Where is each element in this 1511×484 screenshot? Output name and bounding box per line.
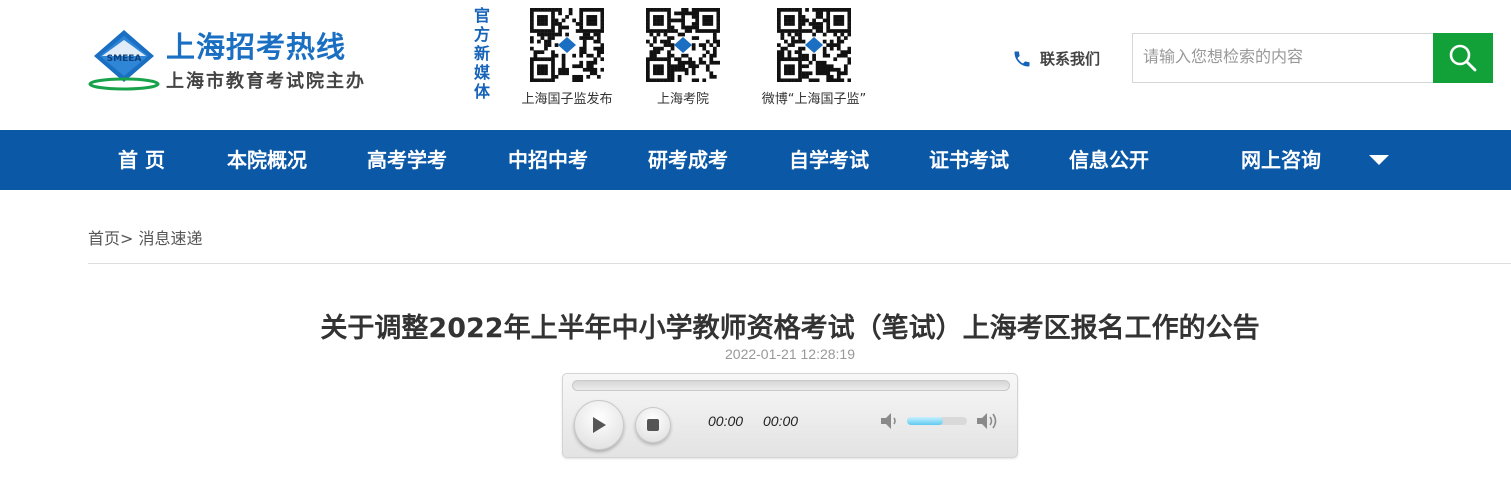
stop-button[interactable] — [635, 407, 671, 443]
nav-item-about[interactable]: 本院概况 — [227, 130, 307, 190]
audio-progress-bar[interactable] — [572, 380, 1010, 391]
search-button[interactable] — [1433, 33, 1493, 83]
breadcrumb-divider — [88, 263, 1511, 264]
qr-code-weibo[interactable]: 微博“上海国子监” — [734, 8, 894, 107]
logo-subtitle: 上海市教育考试院主办 — [166, 71, 366, 92]
mute-icon[interactable] — [879, 410, 901, 432]
qr-code-icon — [646, 8, 720, 82]
play-button[interactable] — [574, 400, 624, 450]
nav-item-zixue[interactable]: 自学考试 — [789, 130, 869, 190]
nav-item-gaokao[interactable]: 高考学考 — [367, 130, 447, 190]
site-header: SMEEA 上海招考热线 上海市教育考试院主办 官方新媒体 上海国子监发布 上海… — [0, 0, 1511, 130]
breadcrumb-current[interactable]: 消息速递 — [139, 229, 203, 248]
nav-item-zhongkao[interactable]: 中招中考 — [508, 130, 588, 190]
nav-item-xinxi[interactable]: 信息公开 — [1069, 130, 1149, 190]
main-nav: 首 页 本院概况 高考学考 中招中考 研考成考 自学考试 证书考试 信息公开 网… — [0, 130, 1511, 190]
stop-icon — [647, 419, 659, 431]
nav-item-yankao[interactable]: 研考成考 — [648, 130, 728, 190]
breadcrumb-separator: > — [120, 229, 134, 248]
article-title: 关于调整2022年上半年中小学教师资格考试（笔试）上海考区报名工作的公告 — [320, 313, 1260, 344]
qr-code-icon — [530, 8, 604, 82]
play-icon — [593, 417, 606, 433]
search-box — [1132, 33, 1493, 83]
contact-us-label: 联系我们 — [1040, 50, 1101, 68]
caret-down-icon[interactable] — [1369, 155, 1389, 165]
logo-title: 上海招考热线 — [166, 30, 347, 64]
nav-item-zixun[interactable]: 网上咨询 — [1241, 130, 1321, 190]
site-logo[interactable]: SMEEA 上海招考热线 上海市教育考试院主办 — [88, 22, 368, 96]
duration-time: 00:00 — [763, 413, 799, 429]
qr-caption: 微博“上海国子监” — [761, 92, 867, 107]
search-icon — [1449, 44, 1477, 72]
current-time: 00:00 — [708, 413, 744, 429]
volume-slider[interactable] — [907, 417, 967, 425]
breadcrumb: 首页> 消息速递 — [88, 225, 203, 249]
search-input[interactable] — [1132, 33, 1433, 83]
breadcrumb-home-link[interactable]: 首页 — [88, 229, 120, 248]
qr-code-icon — [777, 8, 851, 82]
contact-us-link[interactable]: 联系我们 — [1012, 48, 1100, 69]
volume-max-icon[interactable] — [975, 410, 1001, 432]
emblem-text: SMEEA — [107, 54, 142, 64]
phone-icon — [1014, 51, 1030, 66]
volume-level — [907, 417, 943, 425]
audio-player: 00:00 00:00 — [562, 373, 1018, 458]
article-date: 2022-01-21 12:28:19 — [725, 346, 855, 362]
nav-item-zhengshu[interactable]: 证书考试 — [929, 130, 1009, 190]
nav-item-home[interactable]: 首 页 — [118, 130, 165, 190]
smeea-emblem-icon: SMEEA — [88, 30, 160, 91]
